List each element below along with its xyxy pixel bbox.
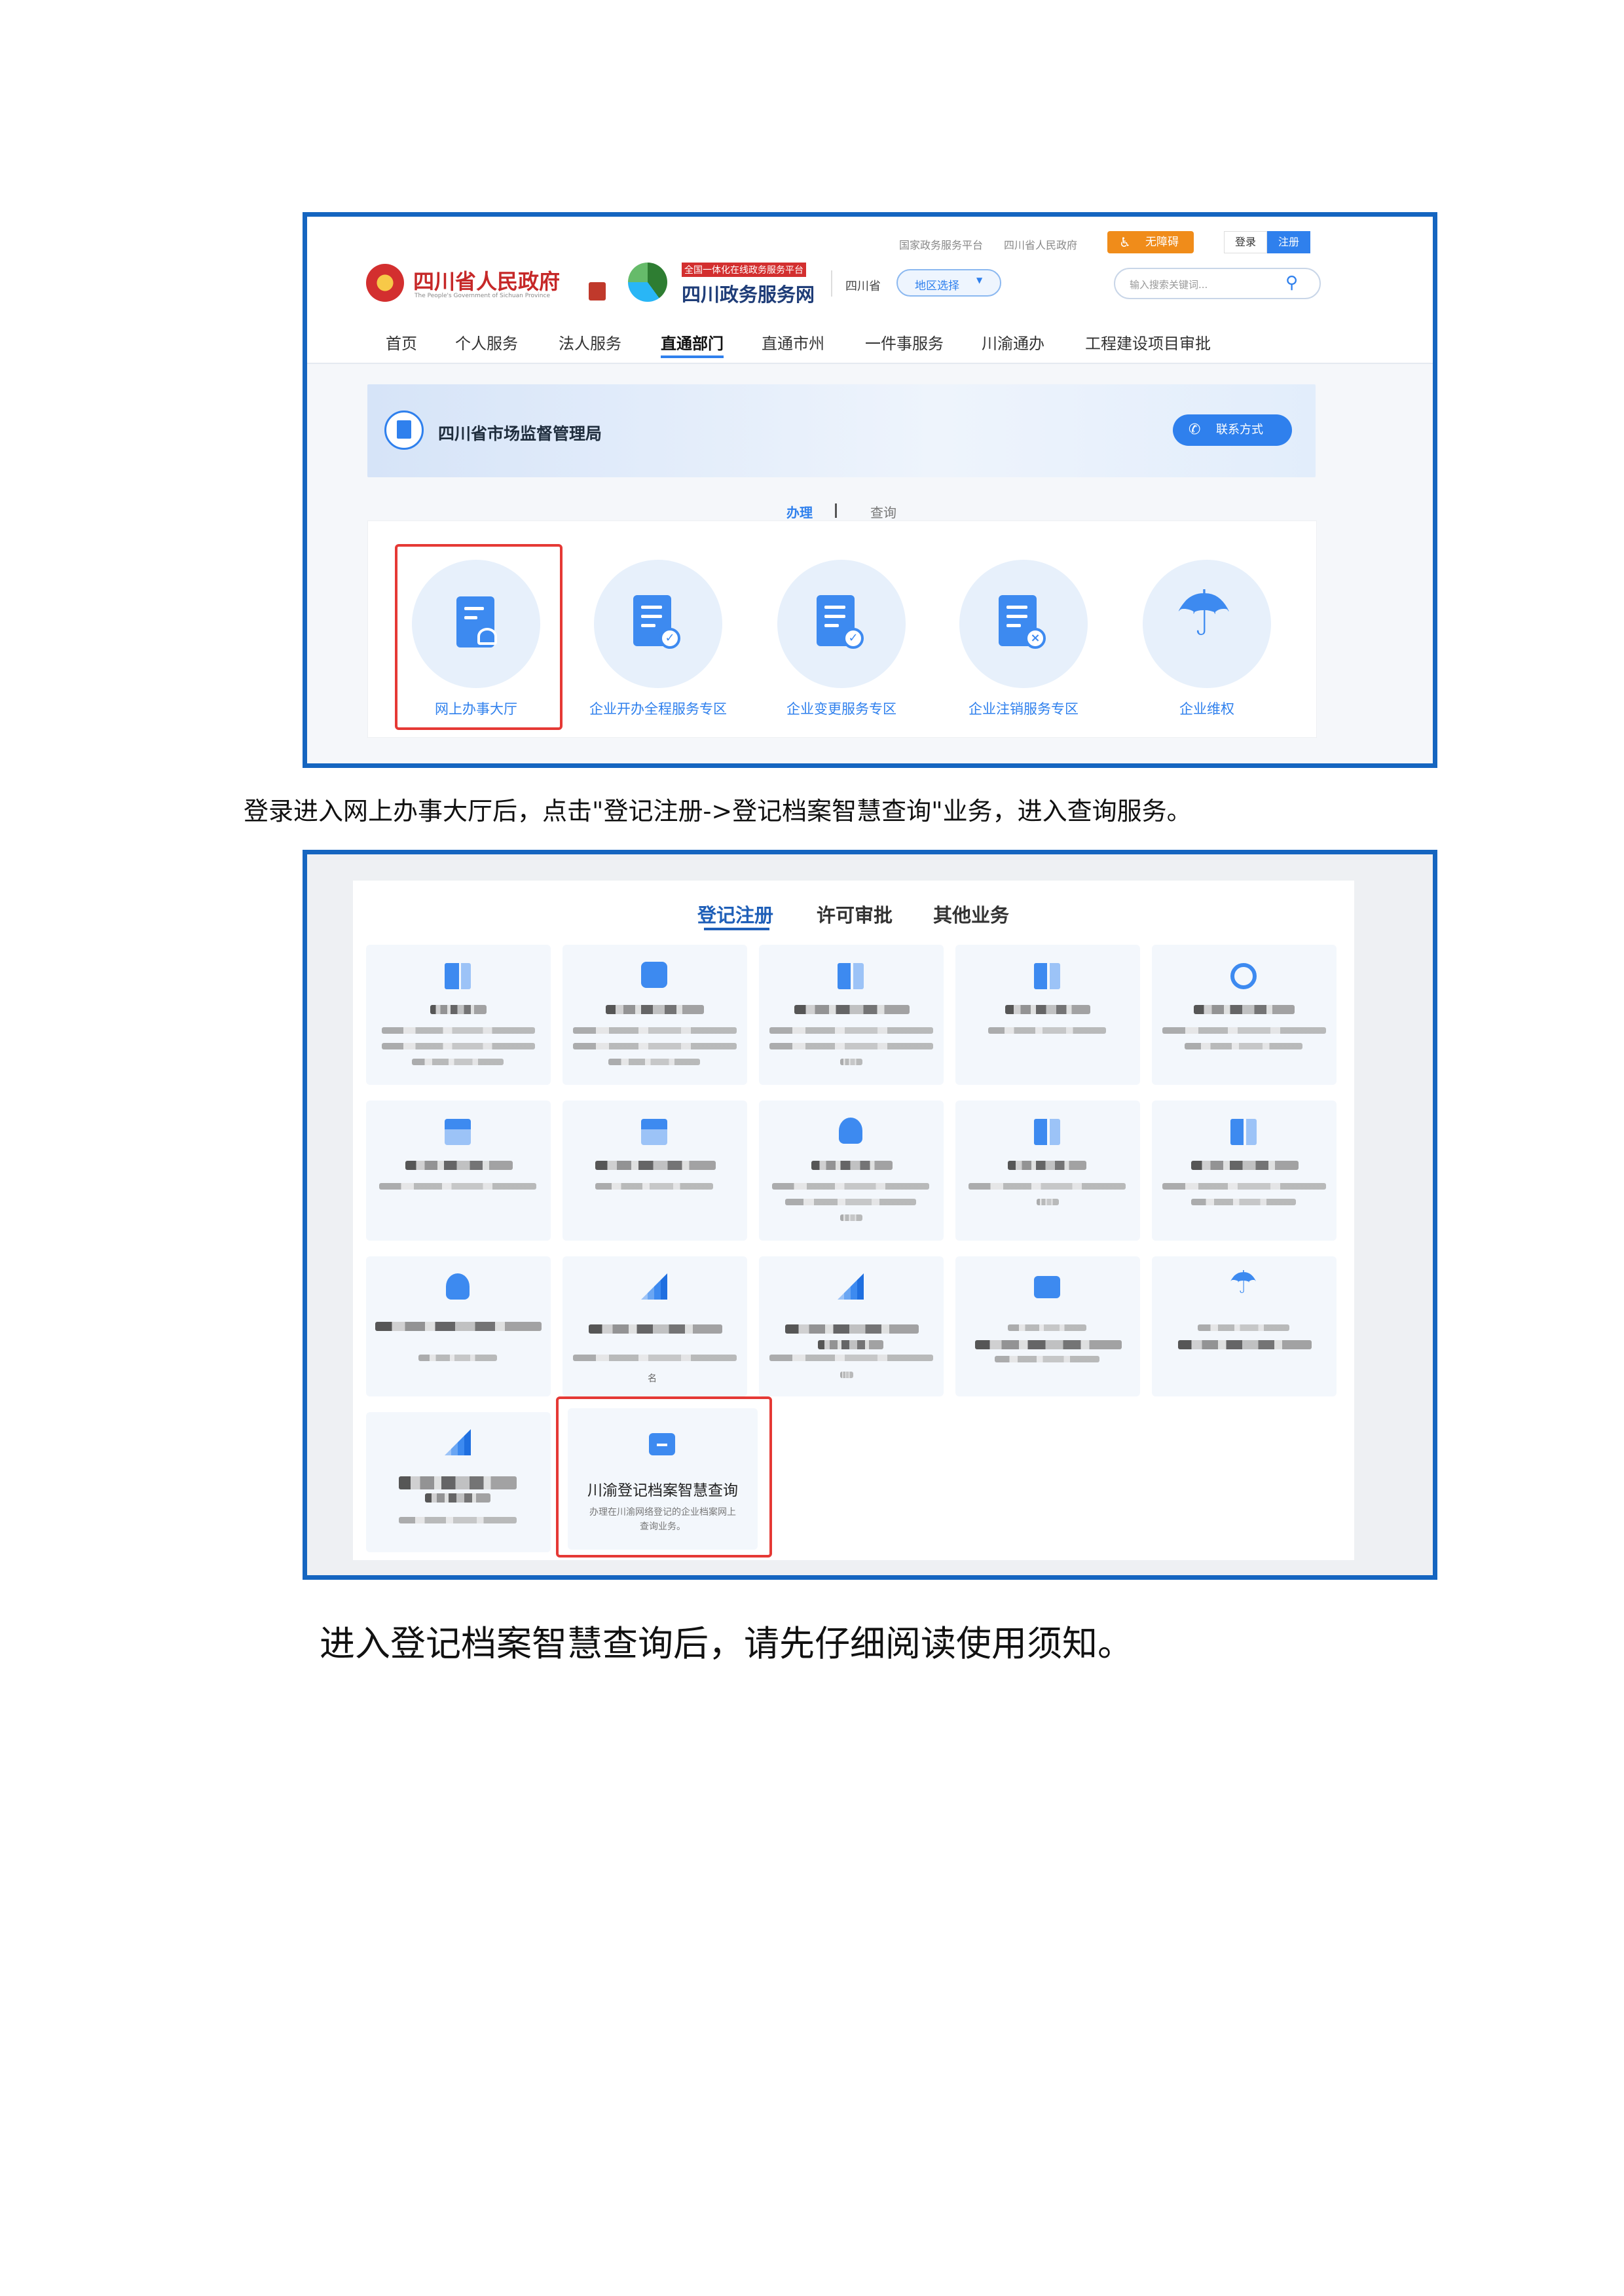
service-change-zone[interactable]: ✓	[777, 560, 906, 688]
phone-icon	[641, 962, 667, 988]
nav-home[interactable]: 首页	[386, 331, 417, 354]
gov-logo-subtitle: The People's Government of Sichuan Provi…	[415, 293, 550, 299]
service-label-online-hall[interactable]: 网上办事大厅	[378, 699, 574, 718]
service-label-change-zone[interactable]: 企业变更服务专区	[743, 699, 940, 718]
umbrella-icon: ☂	[1175, 577, 1232, 650]
nav-chuanyu[interactable]: 川渝通办	[982, 331, 1044, 354]
business-tile[interactable]: 名	[563, 1256, 747, 1396]
top-link-national-platform[interactable]: 国家政务服务平台	[899, 236, 983, 252]
tab-handle[interactable]: 办理	[786, 502, 813, 521]
nav-one-thing[interactable]: 一件事服务	[865, 331, 944, 354]
chart-icon	[445, 1429, 471, 1455]
building-transfer-icon	[1230, 1119, 1257, 1145]
business-tile[interactable]	[366, 1101, 551, 1241]
service-label-cancel-zone[interactable]: 企业注销服务专区	[925, 699, 1122, 718]
service-online-hall[interactable]	[412, 560, 540, 688]
top-link-provincial-government[interactable]: 四川省人民政府	[1004, 236, 1077, 252]
nav-construction[interactable]: 工程建设项目审批	[1085, 331, 1211, 354]
medal-icon	[446, 1273, 470, 1300]
chevron-down-icon: ▼	[976, 276, 983, 285]
business-tile[interactable]	[759, 1256, 944, 1396]
region-name: 四川省	[845, 280, 881, 293]
national-emblem-icon	[366, 264, 404, 302]
accessibility-icon: ♿	[1119, 234, 1131, 250]
nav-cities[interactable]: 直通市州	[762, 331, 824, 354]
building-transfer-icon	[838, 963, 864, 989]
business-tile[interactable]	[366, 945, 551, 1085]
ban-icon	[1230, 963, 1257, 989]
business-tile[interactable]	[955, 945, 1140, 1085]
archive-query-description: 办理在川渝网络登记的企业档案网上	[589, 1507, 736, 1518]
contact-button[interactable]: ✆ 联系方式	[1173, 414, 1292, 446]
business-tile[interactable]	[759, 945, 944, 1085]
business-tile[interactable]	[366, 1256, 551, 1396]
search-icon[interactable]: ⚲	[1285, 273, 1298, 293]
business-tile[interactable]	[366, 1412, 551, 1552]
department-banner: 四川省市场监督管理局 ✆ 联系方式	[367, 384, 1316, 477]
accessibility-button[interactable]: ♿ 无障碍	[1107, 231, 1194, 253]
nav-legal-person[interactable]: 法人服务	[559, 331, 621, 354]
tab-active-underline	[704, 928, 769, 930]
login-button[interactable]: 登录	[1224, 231, 1267, 253]
department-name: 四川省市场监督管理局	[438, 424, 602, 443]
business-tile[interactable]	[759, 1101, 944, 1241]
gov-logo-text[interactable]: 四川省人民政府	[413, 265, 560, 295]
tab-registration[interactable]: 登记注册	[697, 900, 773, 928]
portal-name[interactable]: 四川政务服务网	[682, 280, 815, 307]
service-label-startup-zone[interactable]: 企业开办全程服务专区	[560, 699, 756, 718]
blurred-fragment: 名	[648, 1374, 657, 1384]
building-transfer-icon	[1034, 1119, 1060, 1145]
divider	[831, 270, 832, 297]
portal-logo-icon	[628, 263, 667, 302]
archive-query-title: 川渝登记档案智慧查询	[587, 1482, 738, 1499]
business-tile[interactable]	[955, 1101, 1140, 1241]
screenshot-portal: 国家政务服务平台 四川省人民政府 ♿ 无障碍 登录 注册 四川省人民政府 The…	[303, 212, 1437, 768]
medal-icon	[839, 1118, 862, 1144]
umbrella-icon: ☂	[1229, 1264, 1258, 1301]
tab-permits[interactable]: 许可审批	[817, 900, 893, 928]
region-select[interactable]: 地区选择 ▼	[896, 269, 1001, 297]
shop-icon	[641, 1119, 667, 1145]
business-tile[interactable]	[563, 945, 747, 1085]
caption-next-step: 进入登记档案智慧查询后，请先仔细阅读使用须知。	[320, 1623, 1133, 1664]
shop-icon	[445, 1119, 471, 1145]
portal-badge: 全国一体化在线政务服务平台	[682, 263, 806, 277]
building-transfer-icon	[1034, 963, 1060, 989]
register-button[interactable]: 注册	[1267, 231, 1310, 253]
nav-active-underline	[661, 355, 724, 358]
screenshot-business-list: 登记注册 许可审批 其他业务 名 ☂ 川渝登记档案智慧查询 办理在川渝网络登记的…	[303, 850, 1437, 1580]
caption-step: 登录进入网上办事大厅后，点击"登记注册->登记档案智慧查询"业务，进入查询服务。	[244, 797, 1192, 826]
service-rights-protection[interactable]: ☂	[1143, 560, 1271, 688]
briefcase-icon	[1034, 1276, 1060, 1298]
nav-personal[interactable]: 个人服务	[455, 331, 518, 354]
tab-other-business[interactable]: 其他业务	[933, 900, 1009, 928]
business-tile[interactable]	[1152, 945, 1337, 1085]
nav-departments[interactable]: 直通部门	[661, 331, 724, 354]
business-tile[interactable]	[955, 1256, 1140, 1396]
archive-query-tile[interactable]: 川渝登记档案智慧查询 办理在川渝网络登记的企业档案网上 查询业务。	[568, 1408, 758, 1550]
archive-query-description-cont: 查询业务。	[640, 1522, 686, 1532]
service-cancel-zone[interactable]: ×	[959, 560, 1088, 688]
chart-icon	[641, 1273, 667, 1300]
chart-icon	[838, 1273, 864, 1300]
search-input[interactable]: 输入搜索关键词... ⚲	[1114, 268, 1321, 299]
building-icon	[445, 963, 471, 989]
phone-icon: ✆	[1189, 422, 1201, 438]
department-logo-icon	[384, 410, 424, 450]
business-tile[interactable]	[563, 1101, 747, 1241]
business-tile[interactable]	[1152, 1101, 1337, 1241]
tab-query[interactable]: 查询	[870, 502, 896, 521]
briefcase-icon	[649, 1433, 675, 1455]
seal-icon	[589, 282, 606, 301]
business-tile[interactable]: ☂	[1152, 1256, 1337, 1396]
service-label-rights-protection[interactable]: 企业维权	[1109, 699, 1305, 718]
service-startup-zone[interactable]: ✓	[594, 560, 722, 688]
